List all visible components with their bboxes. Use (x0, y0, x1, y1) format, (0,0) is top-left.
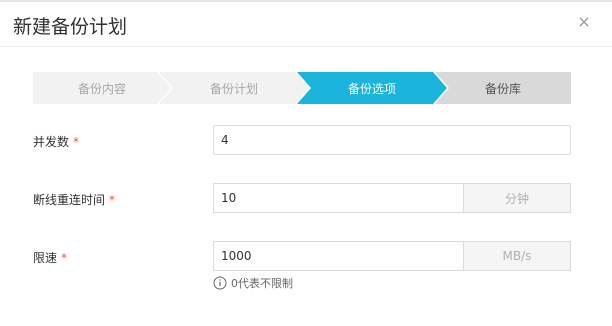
step-backup-content[interactable]: 备份内容 (33, 72, 171, 104)
reconnect-value: 10 (221, 191, 237, 205)
step-backup-plan[interactable]: 备份计划 (159, 72, 309, 104)
reconnect-unit: 分钟 (463, 183, 571, 213)
rate-limit-unit: MB/s (463, 241, 571, 271)
rate-limit-value: 1000 (221, 249, 252, 263)
dialog-title: 新建备份计划 (13, 16, 128, 38)
concurrency-label: 并发数 * (33, 133, 79, 150)
rate-limit-label: 限速 * (33, 249, 67, 266)
required-mark: * (73, 135, 80, 149)
info-icon (213, 276, 227, 290)
reconnect-label: 断线重连时间 * (33, 191, 115, 208)
rate-limit-label-text: 限速 (33, 251, 58, 265)
concurrency-label-text: 并发数 (33, 135, 70, 149)
required-mark: * (61, 251, 68, 265)
rate-limit-hint-text: 0代表不限制 (231, 277, 293, 290)
step-label: 备份选项 (347, 81, 396, 96)
step-backup-repository[interactable]: 备份库 (435, 72, 571, 104)
reconnect-label-text: 断线重连时间 (33, 193, 106, 207)
reconnect-input[interactable]: 10 (213, 183, 464, 213)
step-label: 备份库 (484, 81, 521, 96)
required-mark: * (109, 193, 116, 207)
step-label: 备份计划 (209, 81, 258, 96)
rate-limit-hint: 0代表不限制 (213, 275, 293, 291)
step-wizard: 备份内容 备份计划 备份选项 备份库 (33, 72, 571, 104)
concurrency-input[interactable]: 4 (213, 125, 571, 155)
dialog-header: 新建备份计划 (0, 2, 612, 47)
close-icon[interactable] (576, 14, 592, 30)
step-backup-options[interactable]: 备份选项 (297, 72, 447, 104)
rate-limit-input[interactable]: 1000 (213, 241, 464, 271)
concurrency-value: 4 (221, 133, 229, 147)
step-label: 备份内容 (77, 81, 126, 96)
